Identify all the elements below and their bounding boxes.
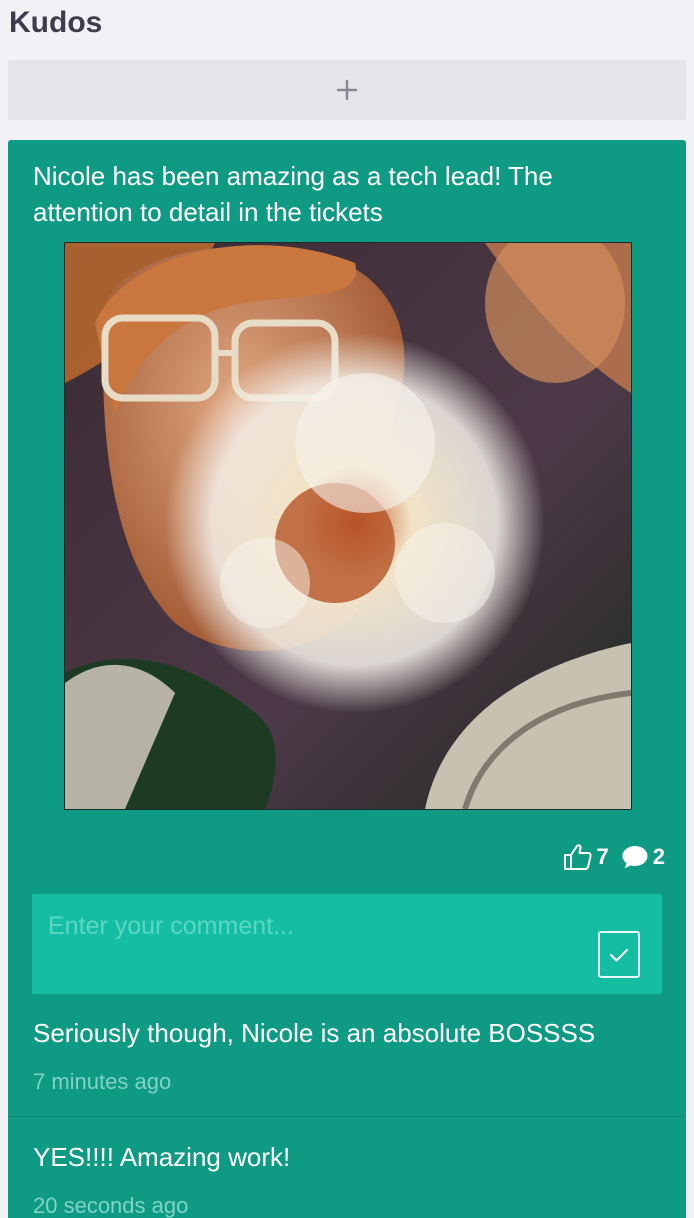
comment-form <box>32 894 662 994</box>
comment-timestamp: 7 minutes ago <box>33 1069 172 1094</box>
kudo-stats: 7 2 <box>563 843 665 871</box>
add-kudo-button[interactable] <box>8 60 686 120</box>
kudo-photo <box>64 242 632 810</box>
page-title: Kudos <box>9 6 103 39</box>
plus-icon <box>336 79 358 101</box>
comment-count: 2 <box>652 844 665 869</box>
comment-text: YES!!!! Amazing work! <box>33 1142 291 1172</box>
kudos-page: Kudos Nicole has been amazing as a tech … <box>0 0 694 1218</box>
comment-text: Seriously though, Nicole is an absolute … <box>33 1018 596 1048</box>
comments-button[interactable]: 2 <box>621 844 665 870</box>
kudo-message: Nicole has been amazing as a tech lead! … <box>33 161 553 227</box>
like-button[interactable]: 7 <box>563 843 609 871</box>
kudo-card: Nicole has been amazing as a tech lead! … <box>8 140 686 1218</box>
comment-timestamp: 20 seconds ago <box>33 1193 189 1218</box>
like-count: 7 <box>596 844 609 869</box>
speech-bubble-icon <box>622 846 648 869</box>
submit-comment-button[interactable] <box>598 931 640 978</box>
comment-input[interactable] <box>32 894 582 958</box>
comment-divider <box>8 1116 686 1117</box>
thumbs-up-icon <box>563 844 592 870</box>
checkmark-icon <box>610 948 628 961</box>
